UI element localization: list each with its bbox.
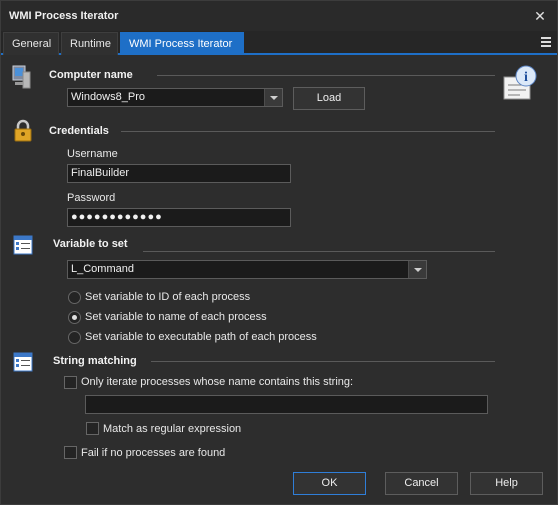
password-field[interactable]: ●●●●●●●●●●●●: [67, 208, 291, 227]
variable-combo[interactable]: L_Command: [67, 260, 427, 279]
only-iterate-checkbox[interactable]: [64, 376, 77, 389]
string-matching-heading: String matching: [53, 355, 137, 367]
ok-button[interactable]: OK: [293, 472, 366, 495]
info-document-icon: i: [503, 65, 537, 100]
radio-process-path[interactable]: [68, 331, 81, 344]
form-icon: [13, 235, 33, 255]
tab-menu-icon[interactable]: [541, 37, 551, 47]
lock-icon: [14, 119, 32, 142]
section-divider: [151, 361, 495, 362]
computer-icon: [12, 65, 31, 89]
variable-value: L_Command: [71, 263, 134, 275]
username-field[interactable]: FinalBuilder: [67, 164, 291, 183]
username-label: Username: [67, 148, 118, 160]
password-label: Password: [67, 192, 116, 204]
radio-process-name[interactable]: [68, 311, 81, 324]
chevron-down-icon[interactable]: [264, 89, 282, 106]
regex-label: Match as regular expression: [103, 423, 242, 435]
dialog-window: WMI Process Iterator ✕ General Runtime W…: [0, 0, 558, 505]
section-divider: [121, 131, 495, 132]
help-button[interactable]: Help: [470, 472, 543, 495]
computer-name-combo[interactable]: Windows8_Pro: [67, 88, 283, 107]
radio-process-id-label: Set variable to ID of each process: [85, 291, 251, 303]
cancel-button[interactable]: Cancel: [385, 472, 458, 495]
chevron-down-icon[interactable]: [408, 261, 426, 278]
section-divider: [143, 251, 495, 252]
section-divider: [157, 75, 495, 76]
computer-name-value: Windows8_Pro: [71, 91, 145, 103]
credentials-heading: Credentials: [49, 125, 109, 137]
load-button[interactable]: Load: [293, 87, 365, 110]
tab-runtime[interactable]: Runtime: [61, 32, 118, 55]
svg-text:i: i: [524, 70, 528, 85]
radio-process-id[interactable]: [68, 291, 81, 304]
close-icon[interactable]: ✕: [531, 7, 549, 25]
fail-if-none-checkbox[interactable]: [64, 446, 77, 459]
only-iterate-label: Only iterate processes whose name contai…: [81, 376, 354, 388]
tab-wmi-process-iterator[interactable]: WMI Process Iterator: [120, 32, 244, 55]
radio-process-name-label: Set variable to name of each process: [85, 311, 267, 323]
match-string-field[interactable]: [85, 395, 488, 414]
form-icon: [13, 352, 33, 372]
title-bar: WMI Process Iterator ✕: [1, 1, 557, 31]
window-title: WMI Process Iterator: [9, 10, 119, 22]
variable-heading: Variable to set: [53, 238, 128, 250]
radio-process-path-label: Set variable to executable path of each …: [85, 331, 317, 343]
computer-name-heading: Computer name: [49, 69, 133, 81]
regex-checkbox[interactable]: [86, 422, 99, 435]
tab-general[interactable]: General: [3, 32, 59, 55]
tab-strip: General Runtime WMI Process Iterator: [1, 31, 557, 55]
fail-if-none-label: Fail if no processes are found: [81, 447, 226, 459]
